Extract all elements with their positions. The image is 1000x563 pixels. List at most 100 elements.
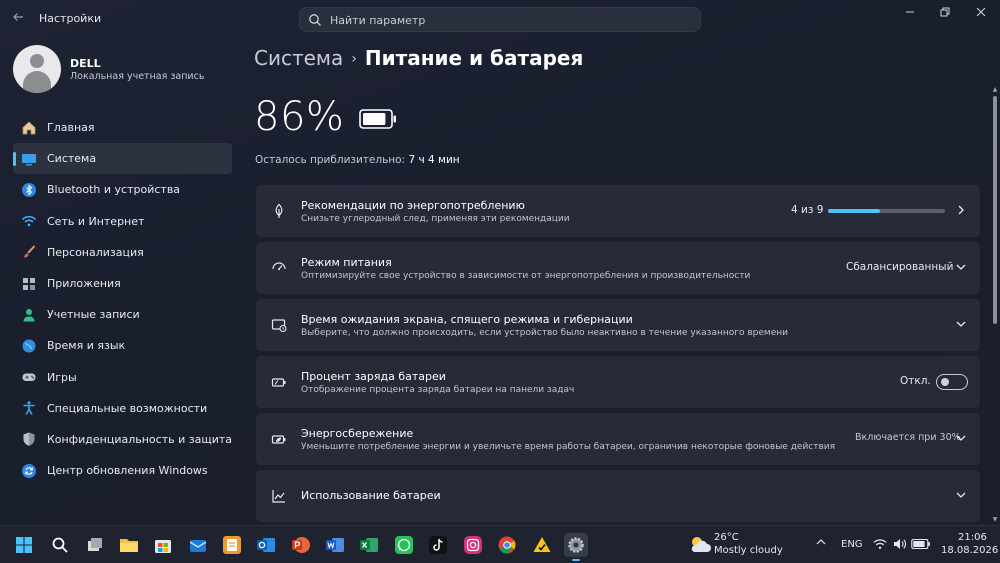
sidebar-item-personalization[interactable]: Персонализация (13, 237, 232, 268)
power-mode-select[interactable]: Сбалансированный (846, 261, 953, 273)
taskbar-app-word[interactable] (323, 533, 347, 557)
sidebar-item-accounts[interactable]: Учетные записи (13, 299, 232, 330)
card-subtitle: Снизьте углеродный след, применяя эти ре… (301, 214, 570, 224)
clock-time[interactable]: 21:06 (958, 532, 987, 543)
excel-icon (360, 538, 378, 552)
taskbar-app-fluent[interactable] (220, 533, 244, 557)
sidebar-item-system[interactable]: Система (13, 143, 232, 175)
sidebar-item-label: Сеть и Интернет (47, 214, 145, 228)
chevron-down-icon (956, 435, 966, 441)
card-title: Время ожидания экрана, спящего режима и … (301, 313, 633, 326)
taskbar: 26°C Mostly cloudy ENG 21:06 18.08.2026 (0, 525, 1000, 563)
start-icon (16, 537, 32, 553)
task-view-button[interactable] (83, 533, 107, 557)
wifi-icon[interactable] (873, 538, 887, 550)
taskbar-app-mail[interactable] (186, 533, 210, 557)
task-view-icon (88, 538, 102, 551)
search-icon (52, 537, 68, 553)
profile-account-type: Локальная учетная запись (70, 71, 205, 82)
weather-temperature[interactable]: 26°C (714, 532, 739, 543)
taskbar-app-norton[interactable] (530, 533, 554, 557)
energy-saver-icon (270, 430, 288, 448)
taskbar-app-chrome[interactable] (495, 533, 519, 557)
taskbar-app-tiktok[interactable] (426, 533, 450, 557)
sidebar-item-label: Конфиденциальность и защита (47, 432, 232, 446)
taskbar-app-instagram[interactable] (461, 533, 485, 557)
sidebar-item-accessibility[interactable]: Специальные возможности (13, 393, 232, 424)
sidebar-item-label: Специальные возможности (47, 401, 208, 415)
sidebar-item-label: Игры (47, 370, 77, 384)
taskbar-app-excel[interactable] (357, 533, 381, 557)
recommendations-progress-text: 4 из 9 (791, 204, 824, 216)
card-battery-usage[interactable]: Использование батареи (256, 470, 980, 522)
taskbar-app-outlook[interactable] (254, 533, 278, 557)
search-box[interactable] (299, 7, 701, 32)
system-icon (20, 150, 38, 168)
wifi-icon (20, 212, 38, 230)
back-arrow-icon (13, 13, 23, 21)
profile-name: DELL (70, 57, 101, 70)
battery-percent-toggle[interactable] (936, 374, 968, 390)
minimize-button[interactable] (895, 4, 925, 22)
taskbar-search-button[interactable] (48, 533, 72, 557)
battery-remaining-label: Осталось приблизительно: (255, 154, 406, 166)
scroll-up-arrow-icon[interactable]: ▲ (991, 86, 999, 94)
card-battery-percentage: Процент заряда батареи Отображение проце… (256, 356, 980, 408)
volume-icon[interactable] (893, 538, 907, 550)
scroll-down-arrow-icon[interactable]: ▼ (991, 516, 999, 524)
instagram-icon (464, 536, 482, 554)
taskbar-app-settings[interactable] (564, 533, 588, 561)
tray-overflow-button[interactable] (815, 536, 827, 551)
chevron-up-icon (816, 539, 826, 545)
weather-description[interactable]: Mostly cloudy (714, 545, 783, 556)
taskbar-app-file-explorer[interactable] (117, 533, 141, 557)
sidebar-item-gaming[interactable]: Игры (13, 362, 232, 393)
taskbar-app-whatsapp[interactable] (392, 533, 416, 557)
sidebar-item-bluetooth[interactable]: Bluetooth и устройства (13, 174, 232, 205)
sidebar-item-label: Учетные записи (47, 308, 140, 322)
sidebar-item-apps[interactable]: Приложения (13, 268, 232, 299)
maximize-button[interactable] (930, 4, 960, 22)
title-bar: Настройки (0, 0, 1000, 38)
card-subtitle: Оптимизируйте свое устройство в зависимо… (301, 271, 751, 281)
battery-percent-icon (270, 373, 288, 391)
sidebar-item-network[interactable]: Сеть и Интернет (13, 206, 232, 237)
leaf-icon (270, 202, 288, 220)
file-explorer-icon (120, 539, 138, 552)
card-title: Энергосбережение (301, 427, 414, 440)
sidebar-item-time-language[interactable]: Время и язык (13, 330, 232, 361)
breadcrumb-parent[interactable]: Система (254, 46, 343, 70)
sidebar-item-windows-update[interactable]: Центр обновления Windows (13, 455, 232, 486)
chart-icon (270, 487, 288, 505)
scrollbar[interactable]: ▲ ▼ (992, 86, 998, 524)
fluent-app-icon (223, 536, 241, 554)
battery-icon[interactable] (911, 538, 931, 550)
breadcrumb-separator: › (351, 51, 357, 67)
recommendations-progress-bar (828, 209, 945, 213)
input-language-indicator[interactable]: ENG (841, 539, 863, 550)
taskbar-app-powerpoint[interactable] (289, 533, 313, 557)
page-title: Питание и батарея (364, 46, 584, 70)
app-title: Настройки (39, 12, 102, 25)
clock-date[interactable]: 18.08.2026 (941, 545, 998, 556)
sidebar-item-home[interactable]: Главная (13, 112, 232, 143)
card-power-recommendations[interactable]: Рекомендации по энергопотреблению Снизьт… (256, 185, 980, 237)
card-screen-sleep-timeouts[interactable]: Время ожидания экрана, спящего режима и … (256, 299, 980, 351)
sidebar-item-label: Персонализация (47, 245, 144, 259)
sidebar-item-privacy[interactable]: Конфиденциальность и защита (13, 424, 232, 455)
search-input[interactable] (330, 11, 690, 29)
taskbar-app-store[interactable] (151, 533, 175, 557)
sidebar-item-label: Система (47, 152, 97, 166)
chevron-down-icon (956, 321, 966, 327)
card-power-mode[interactable]: Режим питания Оптимизируйте свое устройс… (256, 242, 980, 294)
back-button[interactable] (8, 9, 28, 29)
close-button[interactable] (966, 4, 996, 22)
card-energy-saver[interactable]: Энергосбережение Уменьшите потребление э… (256, 413, 980, 465)
globe-icon (20, 337, 38, 355)
scroll-thumb[interactable] (993, 96, 997, 324)
card-subtitle: Выберите, что должно происходить, если у… (301, 328, 788, 338)
start-button[interactable] (12, 533, 36, 557)
card-subtitle: Уменьшите потребление энергии и увеличьт… (301, 442, 836, 452)
whatsapp-icon (395, 536, 413, 554)
word-icon (326, 538, 344, 552)
